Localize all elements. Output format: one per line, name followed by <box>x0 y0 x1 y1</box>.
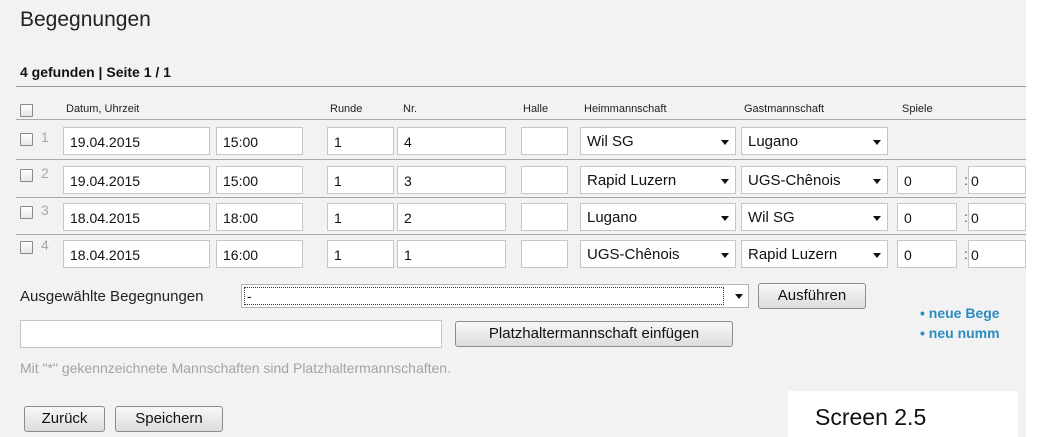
score-away-input[interactable]: 0 <box>968 166 1026 194</box>
header-runde: Runde <box>330 103 363 115</box>
bulk-action-label: Ausgewählte Begegnungen <box>20 288 204 305</box>
link-new-match-label: neue Bege <box>928 305 1000 321</box>
row-divider <box>16 234 1026 235</box>
header-spiele: Spiele <box>902 103 933 115</box>
score-home-input[interactable]: 0 <box>897 203 957 231</box>
chevron-down-icon <box>873 216 881 221</box>
row-number: 1 <box>41 129 49 145</box>
chevron-down-icon <box>721 216 729 221</box>
link-renumber-label: neu numm <box>928 325 1000 341</box>
heim-select[interactable]: Lugano <box>580 203 736 231</box>
row-number: 3 <box>41 202 49 218</box>
row-number: 4 <box>41 237 49 253</box>
time-input[interactable]: 18:00 <box>216 203 303 231</box>
date-input[interactable]: 18.04.2015 <box>63 240 210 268</box>
chevron-down-icon <box>721 179 729 184</box>
heim-value: Rapid Luzern <box>587 172 677 189</box>
save-button[interactable]: Speichern <box>115 406 223 432</box>
header-nr: Nr. <box>403 103 418 115</box>
runde-input[interactable]: 1 <box>327 166 394 194</box>
nr-input[interactable]: 1 <box>397 240 506 268</box>
bulk-action-value: - <box>244 287 724 305</box>
placeholder-team-input[interactable] <box>20 320 442 348</box>
divider <box>16 86 1026 87</box>
gast-select[interactable]: Wil SG <box>741 203 888 231</box>
header-datum: Datum, Uhrzeit <box>66 103 140 115</box>
header-heimmannschaft: Heimmannschaft <box>584 103 667 115</box>
halle-input[interactable] <box>521 203 568 231</box>
gast-select[interactable]: Lugano <box>741 127 888 155</box>
link-new-match[interactable]: • neue Bege <box>920 305 1000 321</box>
chevron-down-icon <box>721 253 729 258</box>
nr-input[interactable]: 3 <box>397 166 506 194</box>
gast-value: Lugano <box>748 133 799 150</box>
score-away-input[interactable]: 0 <box>968 203 1026 231</box>
halle-input[interactable] <box>521 240 568 268</box>
gast-value: Rapid Luzern <box>748 246 838 263</box>
back-button[interactable]: Zurück <box>24 406 105 432</box>
heim-select[interactable]: Rapid Luzern <box>580 166 736 194</box>
score-home-input[interactable]: 0 <box>897 240 957 268</box>
hint-text: Mit "*" gekennzeichnete Mannschaften sin… <box>20 360 451 376</box>
score-home-input[interactable]: 0 <box>897 166 957 194</box>
link-renumber[interactable]: • neu numm <box>920 325 1000 341</box>
time-input[interactable]: 15:00 <box>216 166 303 194</box>
gast-value: UGS-Chênois <box>748 172 841 189</box>
bulk-action-select[interactable]: - <box>241 284 749 308</box>
page-title: Begegnungen <box>20 8 151 31</box>
gast-value: Wil SG <box>748 209 795 226</box>
row-divider <box>16 159 1026 160</box>
content-panel: Begegnungen 4 gefunden | Seite 1 / 1 Dat… <box>0 0 1026 437</box>
date-input[interactable]: 19.04.2015 <box>63 127 210 155</box>
nr-input[interactable]: 4 <box>397 127 506 155</box>
time-input[interactable]: 15:00 <box>216 127 303 155</box>
insert-placeholder-button[interactable]: Platzhaltermannschaft einfügen <box>455 321 733 347</box>
result-info: 4 gefunden | Seite 1 / 1 <box>20 64 171 80</box>
chevron-down-icon <box>721 140 729 145</box>
row-number: 2 <box>41 165 49 181</box>
gast-select[interactable]: Rapid Luzern <box>741 240 888 268</box>
score-away-input[interactable]: 0 <box>968 240 1026 268</box>
heim-value: Lugano <box>587 209 638 226</box>
heim-select[interactable]: Wil SG <box>580 127 736 155</box>
chevron-down-icon <box>873 179 881 184</box>
chevron-down-icon <box>873 253 881 258</box>
row-checkbox[interactable] <box>20 241 33 254</box>
date-input[interactable]: 19.04.2015 <box>63 166 210 194</box>
chevron-down-icon <box>735 294 743 299</box>
row-checkbox[interactable] <box>20 169 33 182</box>
heim-value: UGS-Chênois <box>587 246 680 263</box>
header-halle: Halle <box>523 103 549 115</box>
runde-input[interactable]: 1 <box>327 127 394 155</box>
runde-input[interactable]: 1 <box>327 203 394 231</box>
screen-caption: Screen 2.5 <box>788 391 1018 437</box>
halle-input[interactable] <box>521 127 568 155</box>
runde-input[interactable]: 1 <box>327 240 394 268</box>
row-divider <box>16 119 1026 120</box>
heim-value: Wil SG <box>587 133 634 150</box>
row-divider <box>16 197 1026 198</box>
select-all-checkbox[interactable] <box>20 104 33 117</box>
row-checkbox[interactable] <box>20 133 33 146</box>
halle-input[interactable] <box>521 166 568 194</box>
gast-select[interactable]: UGS-Chênois <box>741 166 888 194</box>
header-gastmannschaft: Gastmannschaft <box>744 103 825 115</box>
date-input[interactable]: 18.04.2015 <box>63 203 210 231</box>
chevron-down-icon <box>873 140 881 145</box>
time-input[interactable]: 16:00 <box>216 240 303 268</box>
row-checkbox[interactable] <box>20 206 33 219</box>
heim-select[interactable]: UGS-Chênois <box>580 240 736 268</box>
execute-button[interactable]: Ausführen <box>758 283 866 309</box>
nr-input[interactable]: 2 <box>397 203 506 231</box>
